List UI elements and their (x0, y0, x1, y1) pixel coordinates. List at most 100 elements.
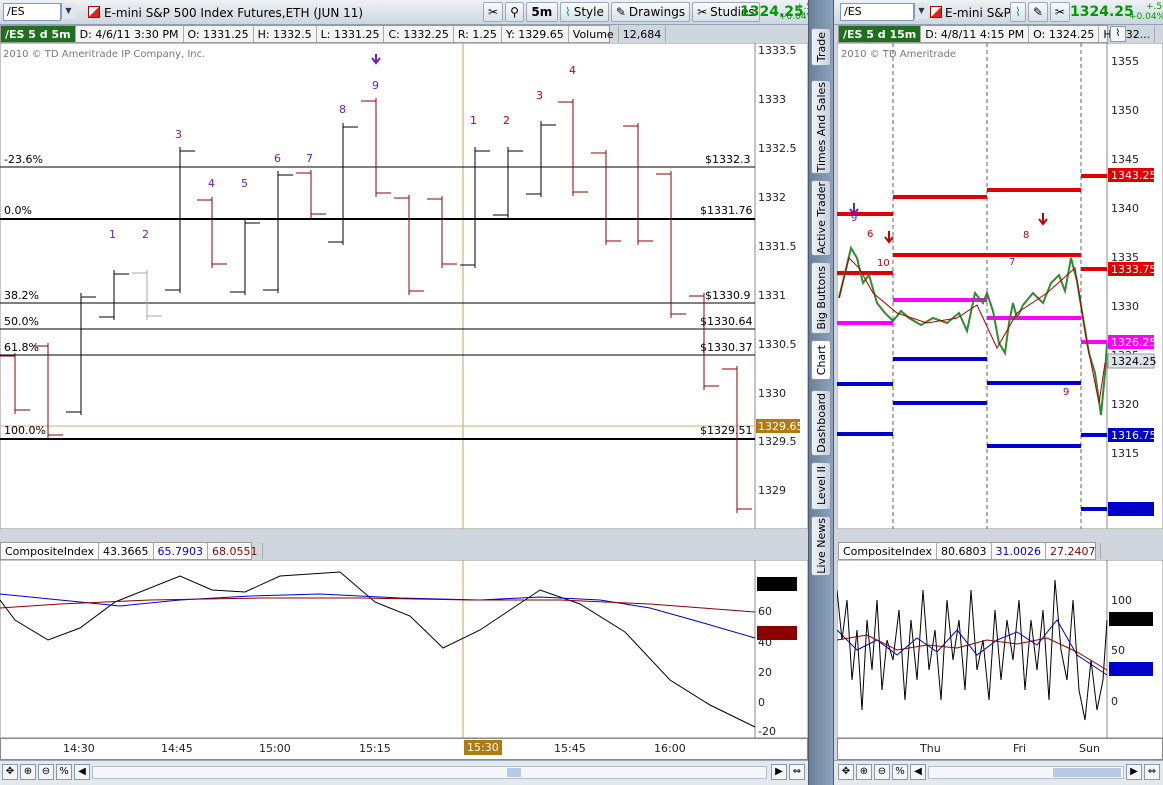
studies-icon: ✂ (697, 5, 708, 19)
crosshair-icon[interactable]: ✂ (483, 2, 504, 22)
right-horizontal-scrollbar[interactable] (928, 766, 1124, 779)
right-price-tick: 1345 (1111, 153, 1139, 166)
study-tick: 20 (758, 666, 772, 679)
right-price-tick: 1350 (1111, 104, 1139, 117)
price-tick: 1331 (758, 289, 786, 302)
pan-icon[interactable]: ✥ (2, 764, 18, 780)
study-value-1: 43.3665 (99, 543, 154, 559)
instrument-title: E-mini S&P 500 Index Futures,ETH (JUN 11… (104, 6, 364, 20)
price-tick: 1330 (758, 387, 786, 400)
svg-text:1316.75: 1316.75 (1111, 429, 1157, 442)
magnifier-icon[interactable]: ⚲ (505, 2, 524, 22)
tab-active-trader[interactable]: Active Trader (811, 180, 831, 256)
chart-name[interactable]: /ES 5 d 5m (1, 26, 76, 42)
count-label: 8 (1023, 230, 1029, 241)
chart-settings-icon[interactable] (88, 6, 100, 18)
horizontal-scrollbar[interactable] (92, 766, 767, 779)
right-chart-name[interactable]: /ES 5 d 15m (839, 26, 922, 42)
scroll-left-icon[interactable]: ◀ (910, 764, 926, 780)
right-study-tick: 0 (1111, 695, 1118, 708)
symbol-input[interactable]: /ES (3, 3, 61, 21)
chevron-down-icon[interactable]: ▼ (61, 3, 75, 19)
volume-value: 12,684 (619, 26, 667, 42)
tab-live-news[interactable]: Live News (811, 516, 831, 576)
price-tick: 1333.5 (758, 44, 797, 57)
style-icon[interactable]: ⌇ (1010, 2, 1026, 22)
pan-icon[interactable]: ✥ (838, 764, 854, 780)
style-icon[interactable]: ⌇ (1110, 26, 1126, 42)
tab-times-and-sales[interactable]: Times And Sales (811, 80, 831, 174)
left-bottom-bar: ✥ ⊕ ⊖ % ◀ ▶ ⇔ (0, 760, 808, 785)
scroll-right-icon[interactable]: ▶ (1126, 764, 1142, 780)
fib-50: 50.0% (4, 315, 39, 328)
price-tick: 1332 (758, 191, 786, 204)
chevron-down-icon[interactable]: ▼ (914, 3, 928, 19)
scroll-thumb[interactable] (1053, 768, 1121, 777)
chart-settings-icon[interactable] (930, 6, 942, 18)
count-label: 10 (877, 258, 890, 269)
zoom-in-icon[interactable]: ⊕ (20, 764, 36, 780)
fib-zero: 0.0% (4, 204, 32, 217)
fib-price-4: $1330.64 (700, 315, 753, 328)
right-time-tick: Thu (920, 742, 941, 755)
right-bar-date: D: 4/8/11 4:15 PM (921, 26, 1030, 42)
timeframe-button[interactable]: 5m (525, 2, 558, 22)
pivot-badge-s2 (1108, 502, 1154, 516)
pencil-icon[interactable]: ✎ (1027, 2, 1048, 22)
study-tick: 60 (758, 605, 772, 618)
study-tick: 0 (758, 696, 765, 709)
tab-trade[interactable]: Trade (811, 28, 831, 66)
study-name[interactable]: CompositeIndex (1, 543, 99, 559)
study-value-2: 65.7903 (154, 543, 208, 559)
right-time-tick: Fri (1013, 742, 1027, 755)
right-last-price: 1324.25 (1070, 4, 1134, 20)
right-study-value-1: 80.6803 (937, 543, 992, 559)
right-bottom-bar: ✥ ⊕ ⊖ % ◀ ▶ ⇔ (834, 760, 1163, 785)
right-price-chart[interactable]: 2010 © TD Ameritrade 9 6 10 7 8 9 1355 1… (837, 43, 1163, 529)
bar-range: R: 1.25 (454, 26, 502, 42)
bar-low: L: 1331.25 (317, 26, 385, 42)
tab-level-ii[interactable]: Level II (811, 462, 831, 510)
td-count-label: 8 (339, 103, 346, 116)
left-price-chart[interactable]: 2010 © TD Ameritrade IP Company, Inc. -2… (0, 43, 808, 529)
td-count-label: 5 (241, 177, 248, 190)
svg-text:1333.75: 1333.75 (1111, 263, 1157, 276)
studies-icon[interactable]: ✂ (1049, 2, 1070, 22)
price-tick: 1329 (758, 484, 786, 497)
td-count-label: 6 (274, 152, 281, 165)
right-symbol-input[interactable]: /ES (840, 3, 914, 21)
left-study-chart[interactable]: 60 40 20 0 -20 (0, 560, 808, 738)
study-badge-1 (757, 577, 797, 591)
scroll-left-icon[interactable]: ◀ (74, 764, 90, 780)
tab-big-buttons[interactable]: Big Buttons (811, 262, 831, 334)
svg-text:1343.25: 1343.25 (1111, 169, 1157, 182)
scroll-thumb[interactable] (507, 768, 521, 777)
count-label: 9 (1063, 387, 1069, 398)
tab-chart[interactable]: Chart (811, 340, 831, 380)
time-tick: 15:45 (554, 742, 586, 755)
price-tick: 1333 (758, 93, 786, 106)
zoom-out-icon[interactable]: ⊖ (38, 764, 54, 780)
zoom-in-icon[interactable]: ⊕ (856, 764, 872, 780)
right-study-name[interactable]: CompositeIndex (839, 543, 937, 559)
side-tab-strip: Trade Times And Sales Active Trader Big … (808, 0, 834, 785)
right-toolbar: /ES ▼ E-mini S&P ⌇ ✎ ✂ 1324.25 +.50 +0.0… (834, 0, 1163, 25)
left-time-axis: 14:30 14:45 15:00 15:15 15:45 16:00 15:3… (0, 738, 808, 760)
expand-icon[interactable]: ⇔ (1144, 764, 1160, 780)
tab-dashboard[interactable]: Dashboard (811, 390, 831, 456)
percent-icon[interactable]: % (892, 764, 908, 780)
right-pct-change: +0.04% (1129, 12, 1163, 22)
drawings-button[interactable]: ✎ Drawings (610, 2, 691, 22)
right-study-chart[interactable]: 100 50 0 (837, 560, 1163, 738)
scroll-right-icon[interactable]: ▶ (771, 764, 787, 780)
td-count-label: 4 (569, 64, 576, 77)
td-count-label: 1 (470, 114, 477, 127)
right-study-tick: 100 (1111, 594, 1132, 607)
left-study-header: CompositeIndex 43.3665 65.7903 68.0551 (0, 542, 263, 560)
svg-text:1324.25: 1324.25 (1111, 355, 1157, 368)
td-count-label: 9 (372, 79, 379, 92)
expand-icon[interactable]: ⇔ (789, 764, 805, 780)
zoom-out-icon[interactable]: ⊖ (874, 764, 890, 780)
percent-icon[interactable]: % (56, 764, 72, 780)
style-button[interactable]: ⌇ Style (559, 2, 609, 22)
